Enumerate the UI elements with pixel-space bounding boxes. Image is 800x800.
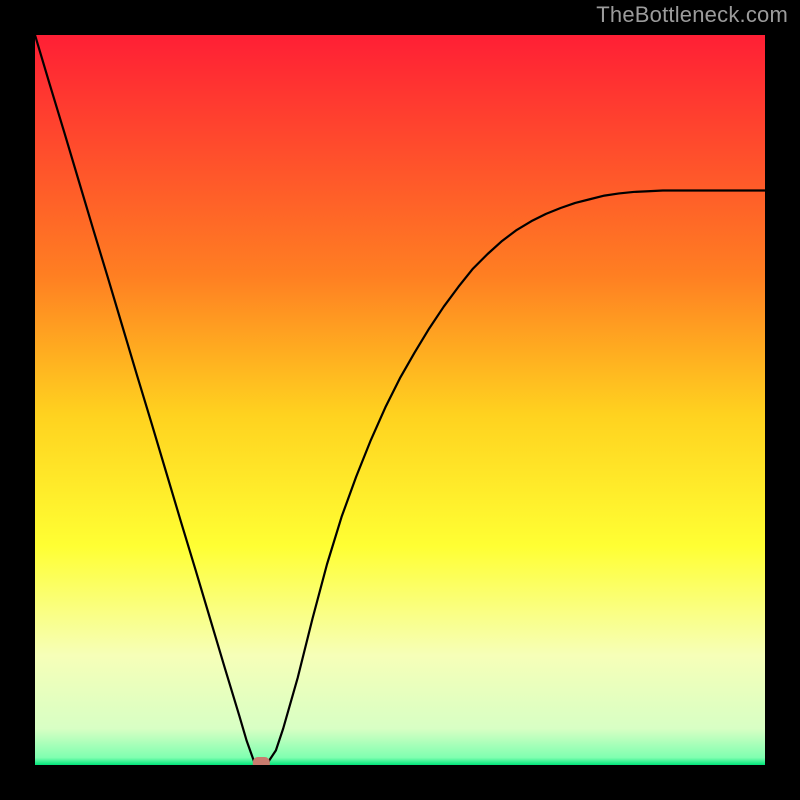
chart-frame: TheBottleneck.com (0, 0, 800, 800)
plot-area (35, 35, 765, 765)
chart-svg (35, 35, 765, 765)
watermark-text: TheBottleneck.com (596, 2, 788, 28)
optimal-point-marker (253, 757, 270, 765)
